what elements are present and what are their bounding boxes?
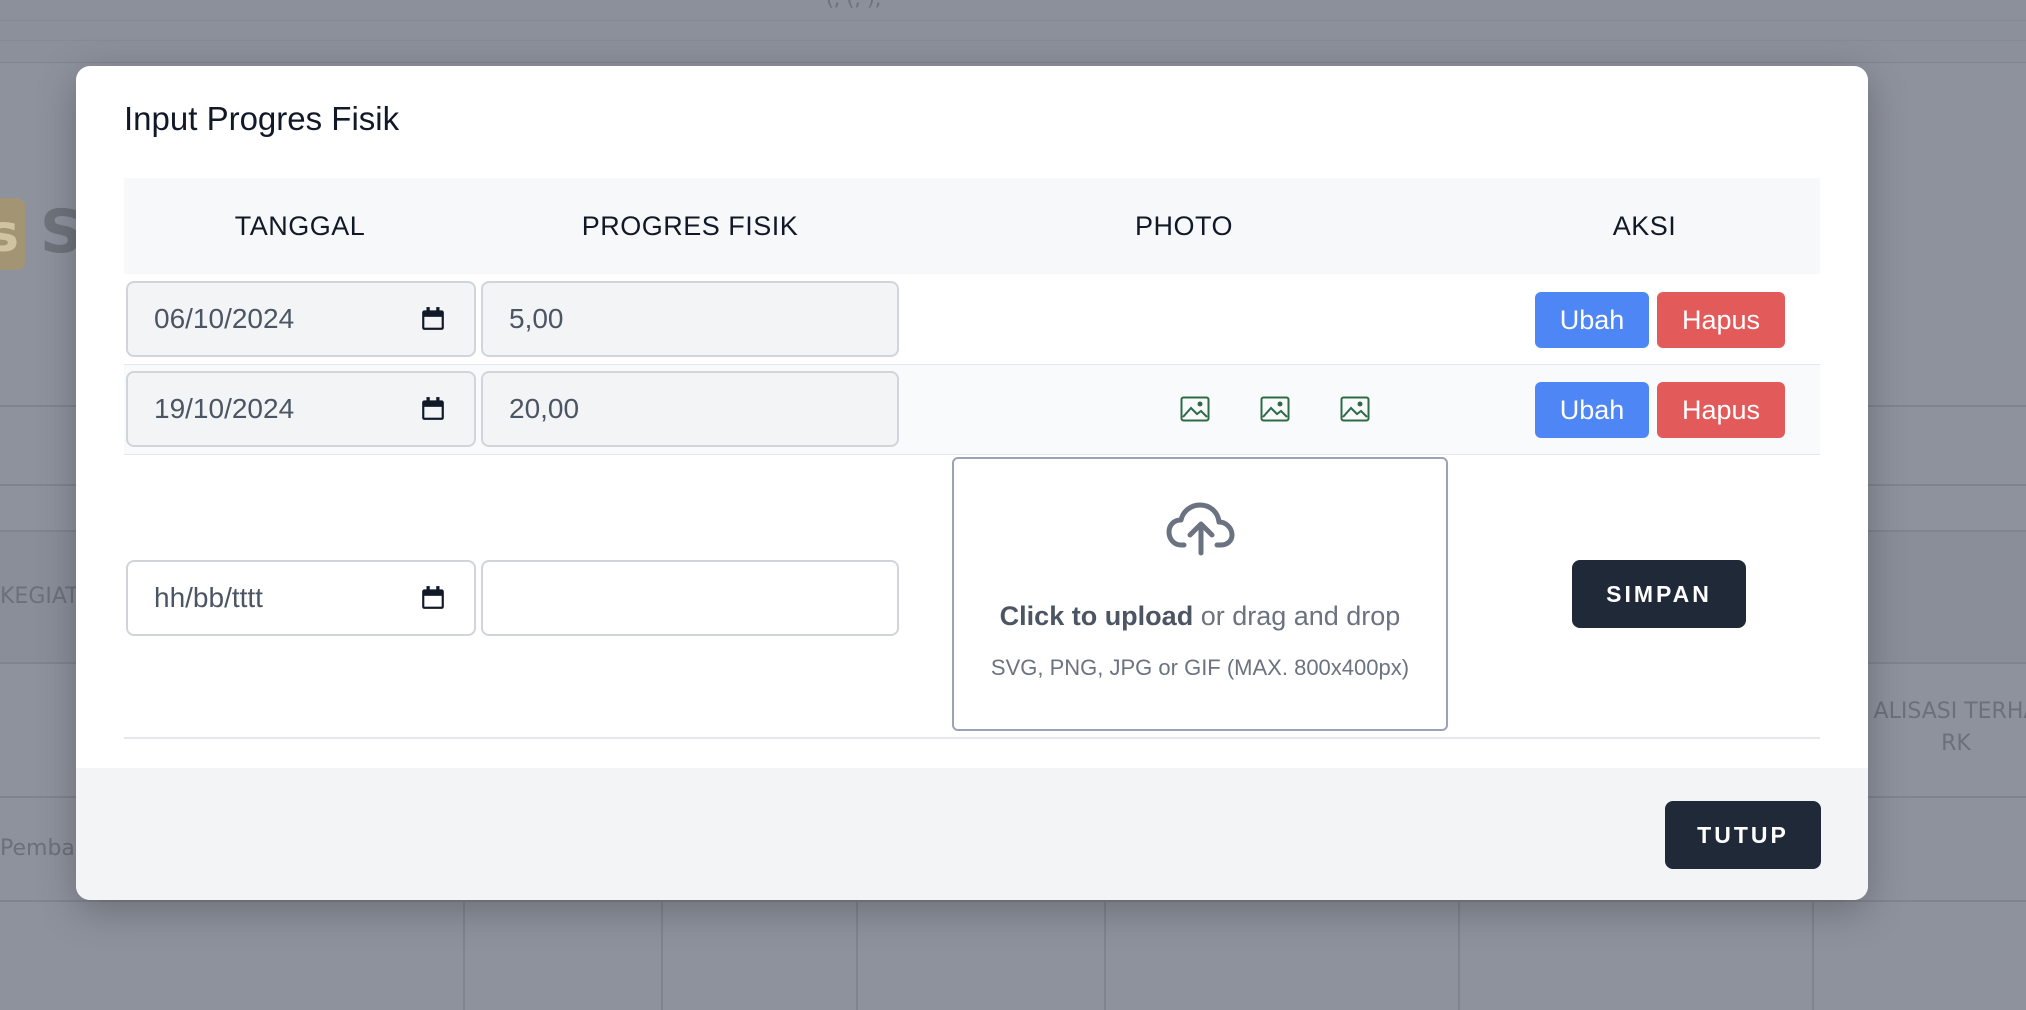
calendar-icon[interactable] <box>420 395 446 423</box>
date-field[interactable]: 19/10/2024 <box>126 371 476 447</box>
table-row: 19/10/2024 20,00 Ubah Hapus <box>124 365 1820 455</box>
calendar-icon[interactable] <box>420 584 446 612</box>
progress-field[interactable]: 20,00 <box>481 371 899 447</box>
new-progress-field[interactable] <box>481 560 899 636</box>
upload-instructions: Click to upload or drag and drop <box>999 601 1401 631</box>
background-topbar: (, (, ), <box>0 0 2026 63</box>
header-photo: PHOTO <box>1134 211 1233 241</box>
edit-button[interactable]: Ubah <box>1535 382 1649 438</box>
background-top-text: (, (, ), <box>826 0 881 10</box>
table-row: 06/10/2024 5,00 Ubah Hapus <box>124 274 1820 365</box>
background-col-header-right: ALISASI TERHA RK <box>1873 699 2026 756</box>
date-field[interactable]: 06/10/2024 <box>126 281 476 357</box>
progress-modal: Input Progres Fisik TANGGAL PROGRES FISI… <box>76 66 1868 900</box>
new-date-field[interactable]: hh/bb/tttt <box>126 560 476 636</box>
close-button[interactable]: TUTUP <box>1665 801 1821 869</box>
table-header: TANGGAL PROGRES FISIK PHOTO AKSI <box>124 178 1820 274</box>
header-progres-fisik: PROGRES FISIK <box>581 211 799 241</box>
header-aksi: AKSI <box>1612 211 1677 241</box>
upload-hint: SVG, PNG, JPG or GIF (MAX. 800x400px) <box>990 655 1410 680</box>
modal-title: Input Progres Fisik <box>124 100 400 137</box>
new-entry-row: hh/bb/tttt Click to upload or drag and d… <box>124 455 1820 739</box>
image-icon[interactable] <box>1260 396 1290 422</box>
delete-button[interactable]: Hapus <box>1657 382 1785 438</box>
photo-thumbnails <box>1180 396 1390 426</box>
cloud-upload-icon <box>1166 502 1235 556</box>
background-row-text: Pemba <box>0 836 75 861</box>
delete-button[interactable]: Hapus <box>1657 292 1785 348</box>
progress-field[interactable]: 5,00 <box>481 281 899 357</box>
background-logo: s <box>0 198 25 270</box>
modal-footer: TUTUP <box>76 768 1868 900</box>
edit-button[interactable]: Ubah <box>1535 292 1649 348</box>
background-divider <box>0 900 2026 902</box>
image-icon[interactable] <box>1180 396 1210 422</box>
image-icon[interactable] <box>1340 396 1370 422</box>
calendar-icon[interactable] <box>420 305 446 333</box>
file-upload-dropzone[interactable]: Click to upload or drag and drop SVG, PN… <box>952 457 1448 731</box>
header-tanggal: TANGGAL <box>234 211 366 241</box>
save-button[interactable]: SIMPAN <box>1572 560 1746 628</box>
